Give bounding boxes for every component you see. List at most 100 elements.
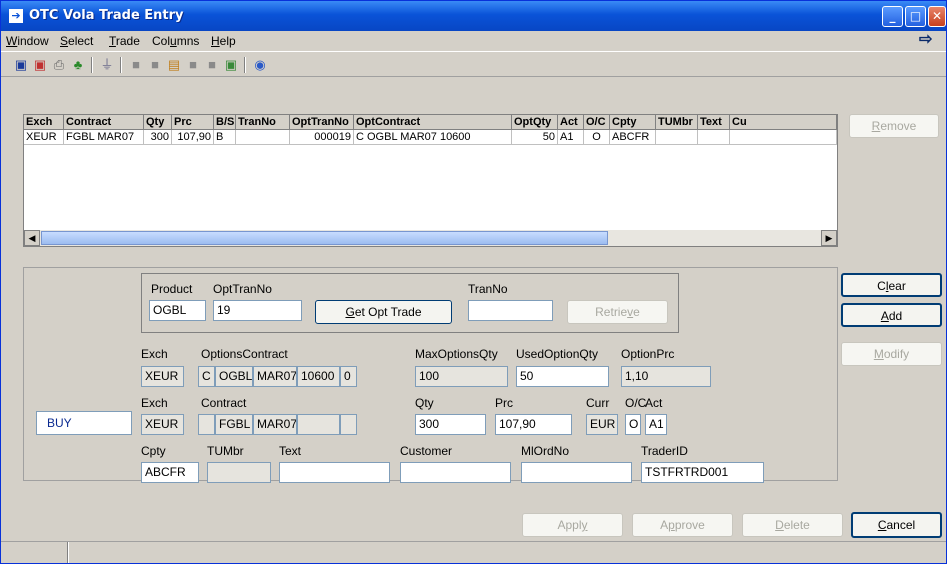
- act-field[interactable]: A1: [645, 414, 667, 435]
- column-header[interactable]: TUMbr: [656, 115, 698, 130]
- column-header[interactable]: Cu: [730, 115, 837, 130]
- scroll-right-icon[interactable]: ▶: [821, 230, 837, 246]
- tranno-field[interactable]: [468, 300, 553, 321]
- column-header[interactable]: Cpty: [610, 115, 656, 130]
- column-header[interactable]: Prc: [172, 115, 214, 130]
- filter-icon[interactable]: ⏚: [99, 57, 115, 73]
- oc-label: O/C: [625, 396, 647, 410]
- usedoptionqty-field[interactable]: 50: [516, 366, 609, 387]
- grid-icon-4[interactable]: ■: [185, 57, 201, 73]
- save-icon[interactable]: ▣: [13, 57, 29, 73]
- prc-field[interactable]: 107,90: [495, 414, 572, 435]
- table-cell: 000019: [290, 130, 354, 145]
- column-header[interactable]: OptContract: [354, 115, 512, 130]
- contract-label: Contract: [201, 396, 247, 410]
- menu-select[interactable]: Select: [60, 34, 93, 48]
- column-header[interactable]: OptTranNo: [290, 115, 354, 130]
- opt-version-field: 0: [340, 366, 357, 387]
- grid-icon-5[interactable]: ■: [204, 57, 220, 73]
- contract-flag-field: [198, 414, 215, 435]
- customer-field[interactable]: [400, 462, 511, 483]
- cpty-field[interactable]: ABCFR: [141, 462, 199, 483]
- remove-button[interactable]: Remove: [849, 114, 939, 138]
- maximize-button[interactable]: □: [905, 6, 926, 27]
- table-cell: B: [214, 130, 236, 145]
- app-icon: ➔: [9, 9, 23, 23]
- column-header[interactable]: Exch: [24, 115, 64, 130]
- help-icon[interactable]: ◉: [252, 57, 268, 73]
- column-header[interactable]: Contract: [64, 115, 144, 130]
- text-field[interactable]: [279, 462, 390, 483]
- column-header[interactable]: Text: [698, 115, 730, 130]
- toolbar-separator: [120, 57, 122, 73]
- text-label: Text: [279, 444, 302, 458]
- exit-icon[interactable]: ⇨: [919, 32, 939, 48]
- close-button[interactable]: ✕: [928, 6, 946, 27]
- opt-exch-field: XEUR: [141, 366, 184, 387]
- customer-label: Customer: [400, 444, 453, 458]
- menu-window[interactable]: Window: [6, 34, 49, 48]
- oc-field[interactable]: O: [625, 414, 641, 435]
- contract-extra-field: [297, 414, 340, 435]
- modify-button[interactable]: Modify: [841, 342, 942, 366]
- save-all-icon[interactable]: ▣: [32, 57, 48, 73]
- column-header[interactable]: Qty: [144, 115, 172, 130]
- traderid-field[interactable]: TSTFRTRD001: [641, 462, 764, 483]
- opt-product-field: OGBL: [215, 366, 253, 387]
- contract-version-field: [340, 414, 357, 435]
- scroll-thumb[interactable]: [41, 231, 608, 245]
- window-title: OTC Vola Trade Entry: [29, 8, 184, 23]
- table-cell: XEUR: [24, 130, 64, 145]
- opttranno-field[interactable]: 19: [213, 300, 302, 321]
- table-cell: 50: [512, 130, 558, 145]
- column-header[interactable]: B/S: [214, 115, 236, 130]
- grid-icon-6[interactable]: ▣: [223, 57, 239, 73]
- approve-button[interactable]: Approve: [632, 513, 733, 537]
- act-label: Act: [645, 396, 663, 410]
- minimize-button[interactable]: _: [882, 6, 903, 27]
- print-icon[interactable]: ⎙: [51, 57, 67, 73]
- apply-button[interactable]: Apply: [522, 513, 623, 537]
- menu-trade[interactable]: Trade: [109, 34, 140, 48]
- retrieve-button[interactable]: Retrieve: [567, 300, 668, 324]
- column-header[interactable]: TranNo: [236, 115, 290, 130]
- menu-columns[interactable]: Columns: [152, 34, 199, 48]
- trade-grid[interactable]: Exch Contract Qty Prc B/S TranNo OptTran…: [23, 114, 838, 247]
- menu-help[interactable]: Help: [211, 34, 236, 48]
- mlordno-field[interactable]: [521, 462, 632, 483]
- grid-icon-2[interactable]: ■: [147, 57, 163, 73]
- menu-bar: Window Select Trade Columns Help: [1, 31, 946, 51]
- qty-label: Qty: [415, 396, 434, 410]
- toolbar-separator: [91, 57, 93, 73]
- grid-icon-1[interactable]: ■: [128, 57, 144, 73]
- table-cell: ABCFR: [610, 130, 656, 145]
- column-header[interactable]: O/C: [584, 115, 610, 130]
- curr-field: EUR: [586, 414, 618, 435]
- options-contract-label: OptionsContract: [201, 347, 288, 361]
- cancel-button[interactable]: Cancel: [851, 512, 942, 538]
- column-header[interactable]: Act: [558, 115, 584, 130]
- table-cell: 300: [144, 130, 172, 145]
- horizontal-scrollbar[interactable]: ◀ ▶: [24, 230, 837, 246]
- get-opt-trade-button[interactable]: Get Opt Trade: [315, 300, 452, 324]
- scroll-left-icon[interactable]: ◀: [24, 230, 40, 246]
- column-header[interactable]: OptQty: [512, 115, 558, 130]
- export-icon[interactable]: ♣: [70, 57, 86, 73]
- usedoptionqty-label: UsedOptionQty: [516, 347, 599, 361]
- contract-product-field: FGBL: [215, 414, 253, 435]
- status-bar-separator: [67, 542, 69, 563]
- add-button[interactable]: Add: [841, 303, 942, 327]
- product-field[interactable]: OGBL: [149, 300, 206, 321]
- opttranno-label: OptTranNo: [213, 282, 272, 296]
- status-bar: [1, 541, 946, 564]
- clear-button[interactable]: Clear: [841, 273, 942, 297]
- contract-month-field: MAR07: [253, 414, 297, 435]
- delete-button[interactable]: Delete: [742, 513, 843, 537]
- title-bar[interactable]: ➔ OTC Vola Trade Entry _ □ ✕: [1, 1, 946, 31]
- buy-sell-toggle-button[interactable]: BUY: [36, 411, 132, 435]
- qty-field[interactable]: 300: [415, 414, 486, 435]
- grid-icon-3[interactable]: ▤: [166, 57, 182, 73]
- product-label: Product: [151, 282, 193, 296]
- table-cell: A1: [558, 130, 584, 145]
- traderid-label: TraderID: [641, 444, 688, 458]
